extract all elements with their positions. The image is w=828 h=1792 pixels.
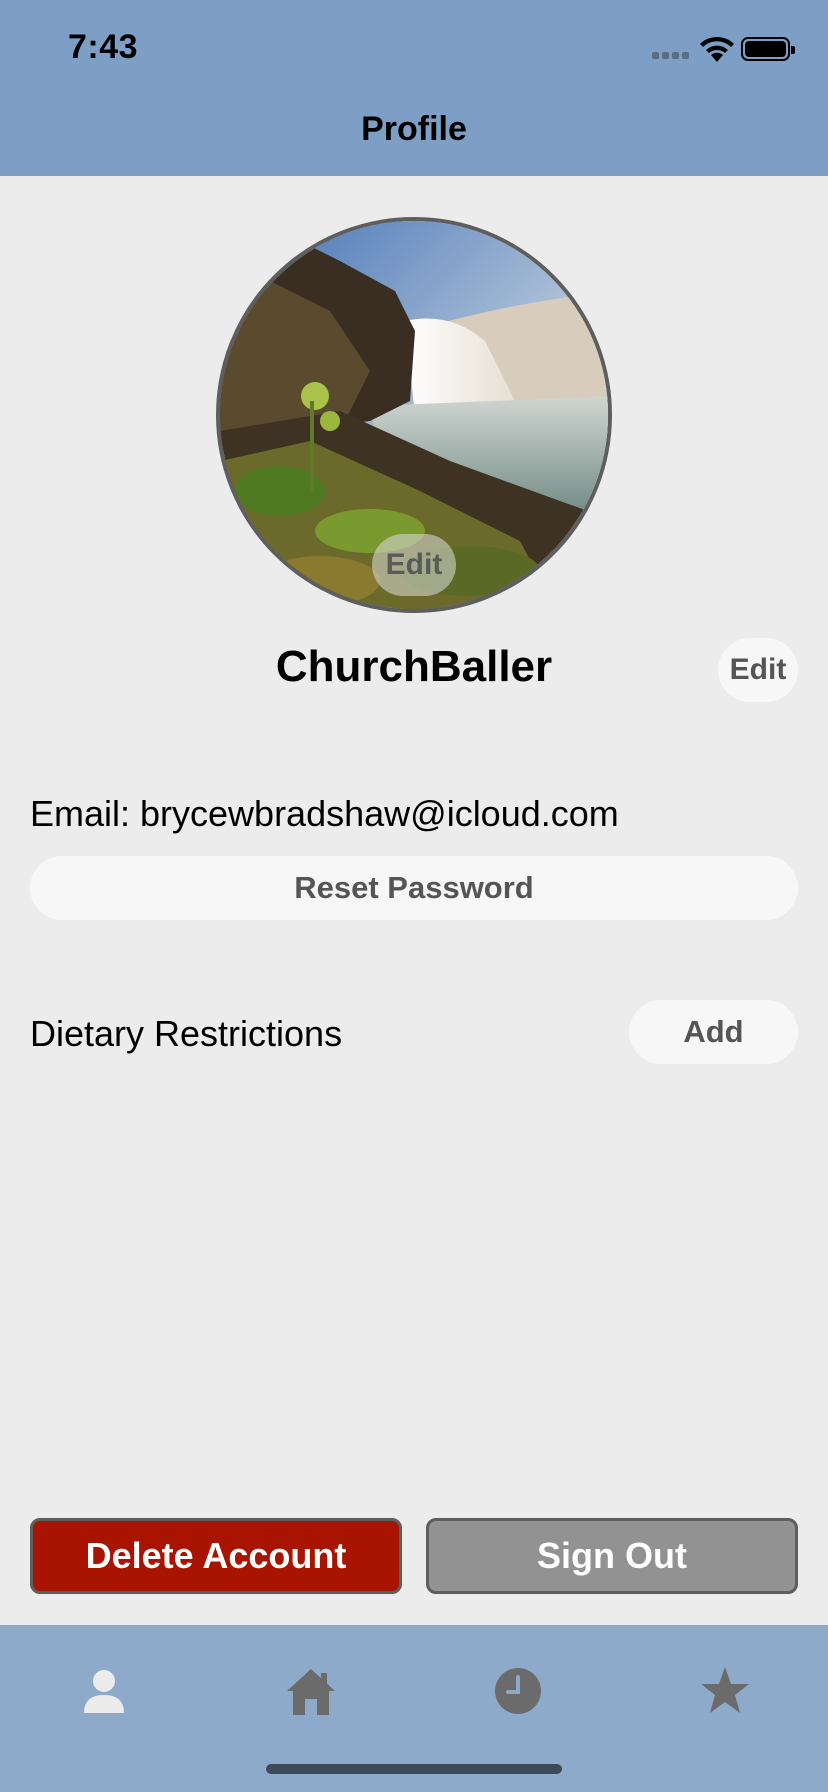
page-title: Profile	[361, 110, 467, 148]
add-dietary-restriction-button[interactable]: Add	[629, 1000, 798, 1064]
avatar-edit-button[interactable]: Edit	[372, 534, 456, 596]
person-icon[interactable]	[78, 1665, 130, 1717]
username-edit-button[interactable]: Edit	[718, 638, 798, 702]
username: ChurchBaller	[275, 642, 553, 691]
star-icon[interactable]	[699, 1665, 751, 1717]
home-icon[interactable]	[285, 1665, 337, 1717]
sign-out-button[interactable]: Sign Out	[426, 1518, 798, 1594]
battery-icon	[741, 37, 795, 61]
reset-password-button[interactable]: Reset Password	[30, 856, 798, 920]
email-label: Email: brycewbradshaw@icloud.com	[30, 793, 619, 834]
dietary-restrictions-label: Dietary Restrictions	[30, 1013, 343, 1054]
delete-account-button[interactable]: Delete Account	[30, 1518, 402, 1594]
wifi-icon	[700, 36, 734, 62]
status-time: 7:43	[68, 28, 139, 66]
cellular-signal-icon	[652, 52, 692, 60]
clock-icon[interactable]	[492, 1665, 544, 1717]
home-indicator[interactable]	[266, 1764, 562, 1774]
nav-header: 7:43 Profile	[0, 0, 828, 176]
